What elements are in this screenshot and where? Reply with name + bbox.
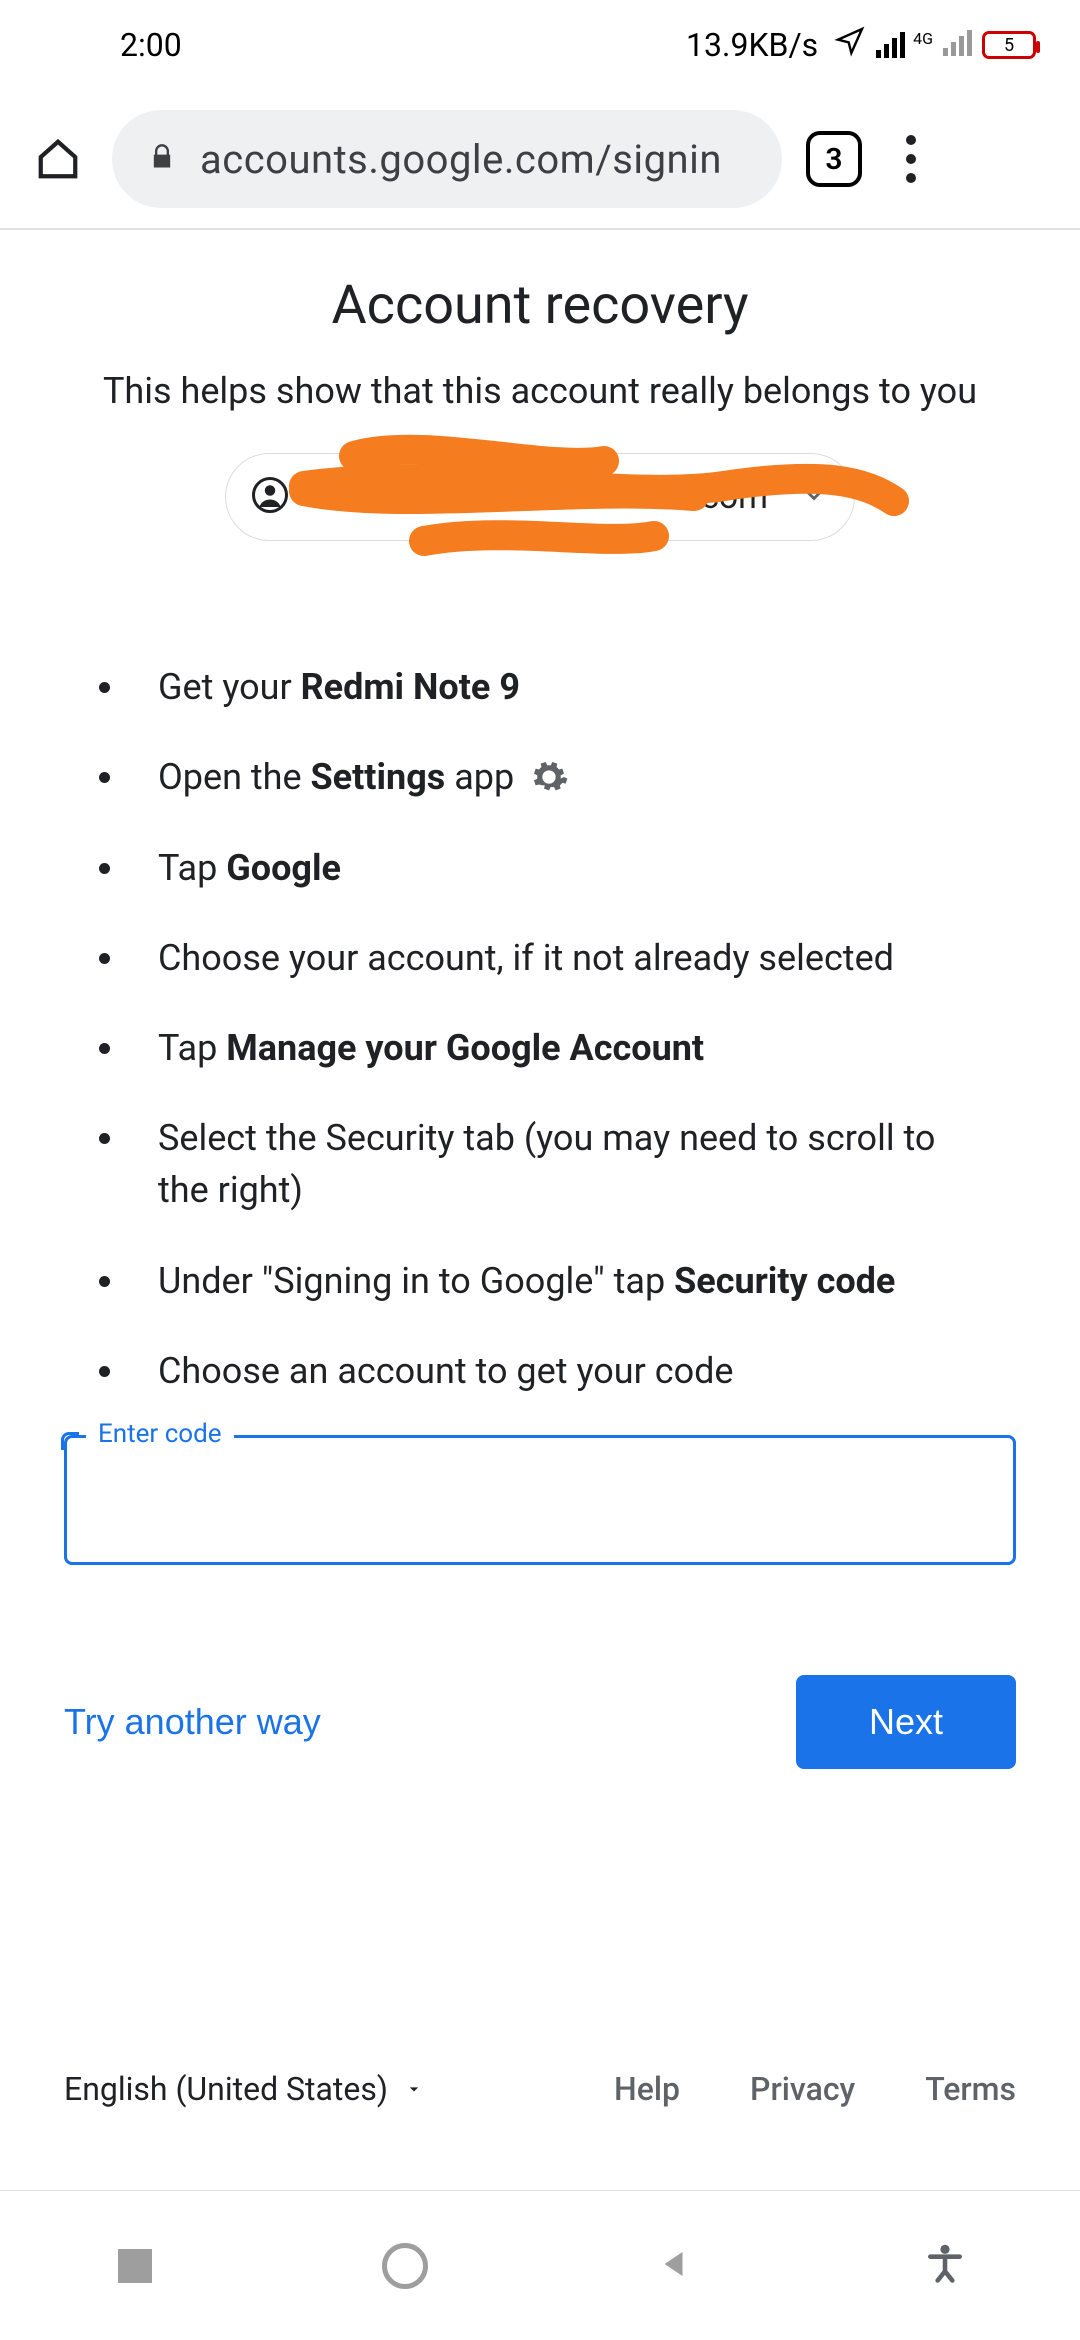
page-footer: English (United States) Help Privacy Ter…: [0, 2070, 1080, 2108]
nav-recent-button[interactable]: [105, 2249, 165, 2283]
instruction-list: Get your Redmi Note 9 Open the Settings …: [64, 661, 1016, 1397]
nav-accessibility-button[interactable]: [915, 2242, 975, 2290]
location-icon: [834, 25, 866, 65]
next-button[interactable]: Next: [796, 1675, 1016, 1769]
list-item: Tap Manage your Google Account: [128, 1022, 986, 1074]
gear-icon: [523, 756, 569, 798]
nav-back-button[interactable]: [645, 2246, 705, 2286]
code-field: Enter code: [64, 1435, 1016, 1565]
battery-icon: 5: [982, 31, 1036, 59]
account-chip[interactable]: .com: [225, 453, 855, 541]
list-item: Tap Google: [128, 842, 986, 894]
nav-home-button[interactable]: [375, 2243, 435, 2289]
avatar-icon: [252, 477, 288, 517]
page-title: Account recovery: [64, 274, 1016, 337]
list-item: Select the Security tab (you may need to…: [128, 1112, 986, 1216]
status-time: 2:00: [120, 26, 182, 64]
terms-link[interactable]: Terms: [925, 2070, 1016, 2108]
list-item: Choose your account, if it not already s…: [128, 932, 986, 984]
code-label: Enter code: [86, 1419, 234, 1449]
address-bar[interactable]: accounts.google.com/signin: [112, 110, 782, 208]
lock-icon: [148, 143, 176, 175]
page-content: Account recovery This helps show that th…: [0, 230, 1080, 1769]
list-item: Open the Settings app: [128, 751, 986, 803]
signal-icon-2: [943, 30, 972, 56]
code-input[interactable]: [64, 1435, 1016, 1565]
system-nav-bar: [0, 2190, 1080, 2340]
tab-switcher[interactable]: 3: [806, 131, 862, 187]
overflow-menu-icon[interactable]: [886, 135, 936, 183]
help-link[interactable]: Help: [614, 2070, 680, 2108]
url-text: accounts.google.com/signin: [200, 136, 722, 183]
account-email-suffix: .com: [692, 477, 768, 517]
signal-icon: [876, 32, 905, 58]
page-subtitle: This helps show that this account really…: [64, 365, 1016, 417]
list-item: Get your Redmi Note 9: [128, 661, 986, 713]
list-item: Choose an account to get your code: [128, 1345, 986, 1397]
home-button[interactable]: [28, 136, 88, 182]
chevron-down-icon: [800, 481, 828, 513]
status-bar: 2:00 13.9KB/s 4G 5: [0, 0, 1080, 90]
network-label: 4G: [913, 29, 933, 48]
dropdown-icon: [404, 2079, 424, 2099]
status-indicators: 13.9KB/s 4G 5: [686, 25, 1036, 65]
browser-toolbar: accounts.google.com/signin 3: [0, 90, 1080, 230]
list-item: Under "Signing in to Google" tap Securit…: [128, 1255, 986, 1307]
try-another-way-link[interactable]: Try another way: [64, 1701, 321, 1743]
privacy-link[interactable]: Privacy: [750, 2070, 855, 2108]
data-rate: 13.9KB/s: [686, 26, 818, 64]
language-selector[interactable]: English (United States): [64, 2070, 424, 2108]
action-row: Try another way Next: [64, 1675, 1016, 1769]
